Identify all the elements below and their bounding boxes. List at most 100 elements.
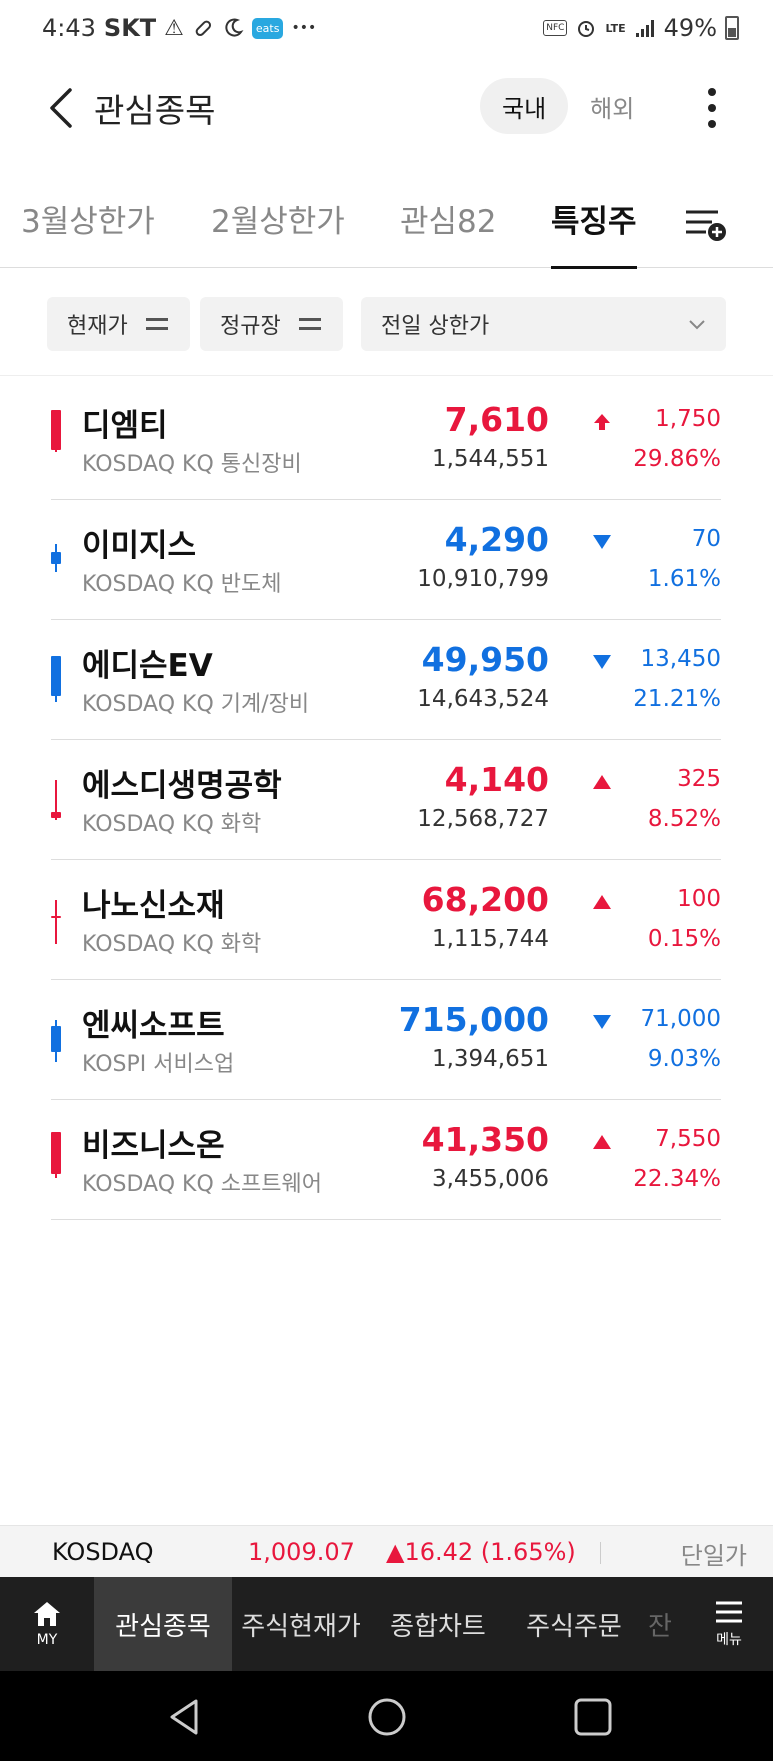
stock-row[interactable]: 나노신소재 KOSDAQ KQ 화학 68,200 1,115,744 100 … xyxy=(0,860,773,980)
list-add-icon[interactable] xyxy=(684,204,728,244)
ticker-divider xyxy=(600,1542,601,1564)
battery-level: 49% xyxy=(663,14,717,42)
nav-stock-price[interactable]: 주식현재가 xyxy=(232,1577,370,1671)
stock-price: 68,200 xyxy=(421,880,549,919)
down-triangle-icon xyxy=(593,1015,611,1029)
system-recents-icon[interactable] xyxy=(573,1697,613,1737)
stock-change-rate: 0.15% xyxy=(647,926,721,952)
system-home-icon[interactable] xyxy=(367,1697,407,1737)
status-time: 4:43 xyxy=(42,14,96,42)
candle-body xyxy=(51,812,61,818)
nav-chart[interactable]: 종합차트 xyxy=(370,1577,506,1671)
ticker-index-change: ▲16.42 (1.65%) xyxy=(386,1538,576,1566)
market-toggle: 국내 해외 xyxy=(480,78,656,134)
stock-row[interactable]: 디엠티 KOSDAQ KQ 통신장비 7,610 1,544,551 1,750… xyxy=(0,380,773,500)
nav-balance-partial[interactable]: 잔 xyxy=(642,1577,678,1671)
stock-volume: 14,643,524 xyxy=(417,686,549,712)
stock-volume: 10,910,799 xyxy=(417,566,549,592)
stock-change-rate: 1.61% xyxy=(647,566,721,592)
candle-wick xyxy=(55,900,57,944)
index-ticker-bar[interactable]: KOSDAQ 1,009.07 ▲16.42 (1.65%) 단일가 xyxy=(0,1525,773,1577)
nfc-icon: NFC xyxy=(543,20,568,36)
stock-price: 715,000 xyxy=(398,1000,549,1039)
nav-menu-label: 메뉴 xyxy=(716,1632,742,1648)
up-triangle-icon xyxy=(593,895,611,909)
stock-market-sector: KOSPI 서비스업 xyxy=(82,1052,235,1077)
stock-price: 41,350 xyxy=(421,1120,549,1159)
pill-icon xyxy=(195,20,211,37)
system-back-icon[interactable] xyxy=(164,1697,204,1737)
session-filter-button[interactable]: 정규장 xyxy=(200,297,343,351)
stock-market-sector: KOSDAQ KQ 통신장비 xyxy=(82,452,302,477)
moon-icon xyxy=(225,18,244,37)
candle-body xyxy=(51,656,61,696)
stock-name: 엔씨소프트 xyxy=(82,1008,225,1044)
stock-volume: 12,568,727 xyxy=(417,806,549,832)
back-arrow-icon[interactable] xyxy=(44,86,80,130)
equals-icon xyxy=(145,318,168,330)
stock-market-sector: KOSDAQ KQ 화학 xyxy=(82,932,262,957)
stock-price: 49,950 xyxy=(421,640,549,679)
stock-change: 71,000 xyxy=(640,1006,721,1032)
bottom-navigation: MY 관심종목 주식현재가 종합차트 주식주문 잔 메뉴 xyxy=(0,1577,773,1671)
system-navigation-bar xyxy=(0,1671,773,1761)
condition-select[interactable]: 전일 상한가 xyxy=(361,297,726,351)
stock-change: 7,550 xyxy=(655,1126,721,1152)
stock-row[interactable]: 에스디생명공학 KOSDAQ KQ 화학 4,140 12,568,727 32… xyxy=(0,740,773,860)
tab-march-limit-up[interactable]: 3월상한가 xyxy=(21,196,155,241)
stock-volume: 1,115,744 xyxy=(431,926,549,952)
domestic-toggle-button[interactable]: 국내 xyxy=(480,78,569,134)
stock-market-sector: KOSDAQ KQ 기계/장비 xyxy=(82,692,310,717)
nav-my-button[interactable]: MY xyxy=(0,1577,94,1671)
candle-body xyxy=(51,552,61,564)
ticker-index-name: KOSDAQ xyxy=(52,1538,154,1566)
status-carrier: SKT xyxy=(103,14,157,42)
nav-menu-button[interactable]: 메뉴 xyxy=(685,1577,773,1671)
tab-interest-82[interactable]: 관심82 xyxy=(400,196,497,241)
candlestick-icon xyxy=(51,740,61,860)
equals-icon xyxy=(298,318,321,330)
nav-my-label: MY xyxy=(36,1632,58,1648)
down-triangle-icon xyxy=(593,655,611,669)
stock-row[interactable]: 엔씨소프트 KOSPI 서비스업 715,000 1,394,651 71,00… xyxy=(0,980,773,1100)
candlestick-icon xyxy=(51,500,61,620)
stock-name: 이미지스 xyxy=(82,528,197,564)
ticker-single-price-label[interactable]: 단일가 xyxy=(681,1536,747,1571)
candlestick-icon xyxy=(51,1100,61,1220)
home-icon xyxy=(34,1602,60,1626)
stock-market-sector: KOSDAQ KQ 소프트웨어 xyxy=(82,1172,322,1197)
tab-february-limit-up[interactable]: 2월상한가 xyxy=(211,196,345,241)
watchlist-group-tabs: 3월상한가 2월상한가 관심82 특징주 xyxy=(0,186,773,269)
nav-watchlist[interactable]: 관심종목 xyxy=(94,1577,232,1671)
up-triangle-icon xyxy=(593,1135,611,1149)
stock-row[interactable]: 비즈니스온 KOSDAQ KQ 소프트웨어 41,350 3,455,006 7… xyxy=(0,1100,773,1220)
stock-volume: 1,394,651 xyxy=(431,1046,549,1072)
candle-body xyxy=(51,1026,61,1052)
limit-up-arrow-icon xyxy=(594,414,610,430)
overseas-toggle-button[interactable]: 해외 xyxy=(568,78,656,134)
chevron-down-icon xyxy=(689,320,705,330)
candle-body xyxy=(51,410,61,450)
hamburger-menu-icon xyxy=(716,1601,742,1623)
status-left: 4:43 SKT ⚠ eats ••• xyxy=(42,14,316,42)
stock-price: 4,140 xyxy=(444,760,549,799)
price-type-filter-button[interactable]: 현재가 xyxy=(47,297,190,351)
stock-change-rate: 8.52% xyxy=(647,806,721,832)
stock-volume: 3,455,006 xyxy=(431,1166,549,1192)
filter-bar: 현재가 정규장 전일 상한가 xyxy=(0,268,773,376)
alarm-icon xyxy=(578,21,595,37)
stock-row[interactable]: 에디슨EV KOSDAQ KQ 기계/장비 49,950 14,643,524 … xyxy=(0,620,773,740)
nav-stock-order[interactable]: 주식주문 xyxy=(506,1577,642,1671)
warning-icon: ⚠ xyxy=(164,15,184,41)
more-vertical-icon[interactable] xyxy=(700,84,724,132)
tab-featured-stocks[interactable]: 특징주 xyxy=(551,196,637,241)
stock-row[interactable]: 이미지스 KOSDAQ KQ 반도체 4,290 10,910,799 70 1… xyxy=(0,500,773,620)
stock-change-rate: 21.21% xyxy=(633,686,721,712)
stock-name: 비즈니스온 xyxy=(82,1128,225,1164)
stock-volume: 1,544,551 xyxy=(431,446,549,472)
stock-name: 디엠티 xyxy=(82,408,168,444)
status-bar: 4:43 SKT ⚠ eats ••• NFC LTE 49% xyxy=(0,0,773,56)
stock-change-rate: 9.03% xyxy=(647,1046,721,1072)
candlestick-icon xyxy=(51,380,61,500)
stock-price: 7,610 xyxy=(444,400,549,439)
